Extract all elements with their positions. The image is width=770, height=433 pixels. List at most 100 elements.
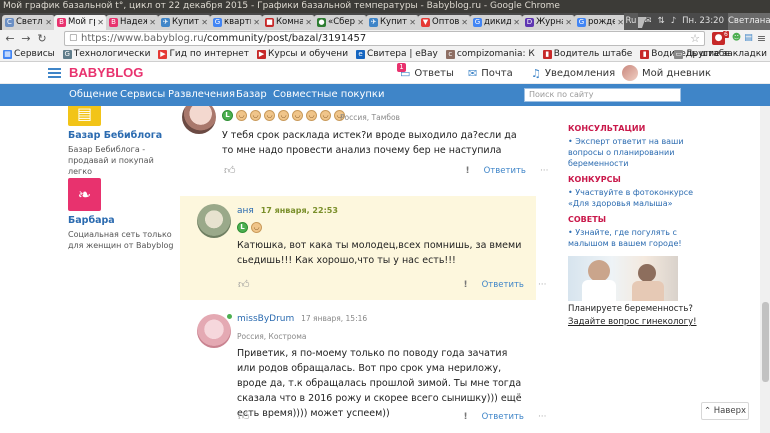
baby-face-icon: ◡ <box>264 110 275 121</box>
nav-bazar[interactable]: Базар <box>236 89 267 100</box>
browser-tab[interactable]: Gрожде ✕ <box>574 15 627 30</box>
answers-link[interactable]: ▭ Ответы <box>400 67 454 80</box>
nav-servisy[interactable]: Сервисы <box>120 89 165 100</box>
report-icon[interactable]: ! <box>464 412 468 422</box>
back-arrow-icon[interactable]: ← <box>3 32 17 46</box>
browser-tab[interactable]: Gкварти✕ <box>210 15 263 30</box>
network-icon[interactable]: ⇅ <box>658 13 665 30</box>
bookmark-item[interactable]: e Свитера | eBay <box>356 49 438 59</box>
browser-tab[interactable]: ▼ Оптов ✕ <box>418 15 471 30</box>
reply-link[interactable]: Ответить <box>482 280 524 290</box>
tab-close-icon[interactable]: ✕ <box>409 15 416 30</box>
browser-tab[interactable]: ✈Купить✕ <box>366 15 419 30</box>
commenter-avatar[interactable] <box>182 106 216 134</box>
tab-close-icon[interactable]: ✕ <box>97 15 104 30</box>
bookmark-item[interactable]: G Технологически <box>62 49 151 59</box>
sidebar-barbara[interactable]: ❧ Барбара Социальная сеть только для жен… <box>68 178 178 251</box>
scroll-to-top-button[interactable]: ⌃ Наверх <box>701 402 749 420</box>
sidebar-bazar[interactable]: ▤ Базар Бебиблога Базар Бебиблога - прод… <box>68 106 178 177</box>
tab-close-icon[interactable]: ✕ <box>201 15 208 30</box>
hamburger-menu-icon[interactable] <box>48 68 61 78</box>
menu-icon[interactable]: ≡ <box>755 32 768 45</box>
comment-footer: 👍︎ ! Ответить ··· <box>238 278 547 291</box>
comment-author[interactable]: аня 17 января, 22:53 <box>237 206 338 216</box>
os-user-chip[interactable]: Светлана <box>728 13 770 30</box>
browser-tab[interactable]: BНадеж✕ <box>106 15 159 30</box>
bazar-icon: ▤ <box>68 106 101 126</box>
nav-razvlecheniya[interactable]: Развлечения <box>168 89 235 100</box>
consult-link[interactable]: • Эксперт ответит на ваши вопросы о план… <box>568 136 698 169</box>
tab-close-icon[interactable]: ✕ <box>461 15 468 30</box>
bookmark-favicon-icon: ▶ <box>158 49 168 59</box>
gynecologist-promo-image[interactable] <box>568 256 678 301</box>
translate-extension-icon[interactable]: ▤ <box>742 32 755 45</box>
like-icon[interactable]: 👍︎ <box>224 164 236 177</box>
browser-tab[interactable]: ССветла✕ <box>2 15 55 30</box>
commenter-avatar[interactable] <box>197 314 231 348</box>
bookmark-item[interactable]: ▶ Гид по интернет <box>158 49 249 59</box>
like-icon[interactable]: 👍︎ <box>238 278 250 291</box>
more-icon[interactable]: ··· <box>538 280 547 290</box>
bookmark-item[interactable]: c compizomania: К <box>445 49 535 59</box>
like-icon[interactable]: 👍︎ <box>238 410 250 423</box>
tab-close-icon[interactable]: ✕ <box>45 15 52 30</box>
bookmark-star-icon[interactable]: ☆ <box>690 32 700 45</box>
comment-author[interactable]: missByDrum 17 января, 15:16 <box>237 314 367 324</box>
more-icon[interactable]: ··· <box>540 166 549 176</box>
sidebar-bazar-title[interactable]: Базар Бебиблога <box>68 130 178 141</box>
browser-tab[interactable]: BМой гр✕ <box>54 15 107 30</box>
browser-tab[interactable]: ● «Сбер ✕ <box>314 15 367 30</box>
nav-obshchenie[interactable]: Общение <box>69 89 118 100</box>
nav-sovmestnye-pokupki[interactable]: Совместные покупки <box>273 89 384 100</box>
sidebar-barbara-title[interactable]: Барбара <box>68 215 178 226</box>
report-icon[interactable]: ! <box>464 280 468 290</box>
more-icon[interactable]: ··· <box>538 412 547 422</box>
baby-face-icon: ◡ <box>292 110 303 121</box>
tab-close-icon[interactable]: ✕ <box>305 15 312 30</box>
report-icon[interactable]: ! <box>466 166 470 176</box>
reply-link[interactable]: Ответить <box>484 166 526 176</box>
reload-icon[interactable]: ↻ <box>35 32 49 46</box>
baby-face-icon: ◡ <box>278 110 289 121</box>
tab-close-icon[interactable]: ✕ <box>149 15 156 30</box>
browser-tab[interactable]: ■ Комна ✕ <box>262 15 315 30</box>
page-scrollbar[interactable] <box>760 106 770 433</box>
mail-tray-icon[interactable]: ✉ <box>644 13 651 30</box>
comment-author-name[interactable]: missByDrum <box>237 314 294 324</box>
online-indicator <box>227 314 232 319</box>
bookmark-item[interactable]: ▮ Водитель штабе <box>542 49 632 59</box>
address-bar[interactable]: ▢ https://www.babyblog.ru/community/post… <box>64 31 705 46</box>
url-path: /community/post/bazal/3191457 <box>203 33 367 44</box>
volume-icon[interactable]: ♪ <box>671 13 676 30</box>
site-logo[interactable]: BABYBLOG <box>69 65 143 80</box>
reply-link[interactable]: Ответить <box>482 412 524 422</box>
tab-close-icon[interactable]: ✕ <box>565 15 572 30</box>
comment-author-name[interactable]: аня <box>237 206 254 216</box>
language-indicator[interactable]: Ru <box>623 13 639 30</box>
tab-label: Мой гр <box>68 17 95 27</box>
promo-cta[interactable]: Задайте вопрос гинекологу! <box>568 317 698 327</box>
tab-close-icon[interactable]: ✕ <box>513 15 520 30</box>
contest-link[interactable]: • Участвуйте в фотоконкурсе «Для здоровь… <box>568 187 698 209</box>
browser-tab[interactable]: Gдикид ✕ <box>470 15 523 30</box>
browser-tab[interactable]: ✈Купить✕ <box>158 15 211 30</box>
bookmark-label: Технологически <box>73 49 151 59</box>
tab-close-icon[interactable]: ✕ <box>357 15 364 30</box>
browser-tab[interactable]: DЖурна✕ <box>522 15 575 30</box>
bookmark-item[interactable]: ▶ Курсы и обучени <box>257 49 348 59</box>
bookmark-other[interactable]: ▭ Другие закладки <box>674 49 767 59</box>
my-diary-link[interactable]: Мой дневник <box>622 65 711 81</box>
bookmark-item[interactable]: ▦ Сервисы <box>3 49 55 59</box>
mail-link[interactable]: ✉ Почта <box>468 67 513 80</box>
commenter-avatar[interactable] <box>197 204 231 238</box>
right-sidebar: КОНСУЛЬТАЦИИ • Эксперт ответит на ваши в… <box>568 106 698 327</box>
tab-close-icon[interactable]: ✕ <box>253 15 260 30</box>
scrollbar-thumb[interactable] <box>762 302 769 382</box>
page-info-icon[interactable]: ▢ <box>69 32 78 45</box>
clock[interactable]: Пн. 23:20 <box>682 13 724 30</box>
site-search-input[interactable]: Поиск по сайту <box>524 88 681 102</box>
promo-question[interactable]: Планируете беременность? <box>568 304 698 314</box>
notifications-link[interactable]: ♫ Уведомления <box>531 67 615 80</box>
tips-link[interactable]: • Узнайте, где погулять с малышом в ваше… <box>568 227 698 249</box>
forward-arrow-icon[interactable]: → <box>19 32 33 46</box>
